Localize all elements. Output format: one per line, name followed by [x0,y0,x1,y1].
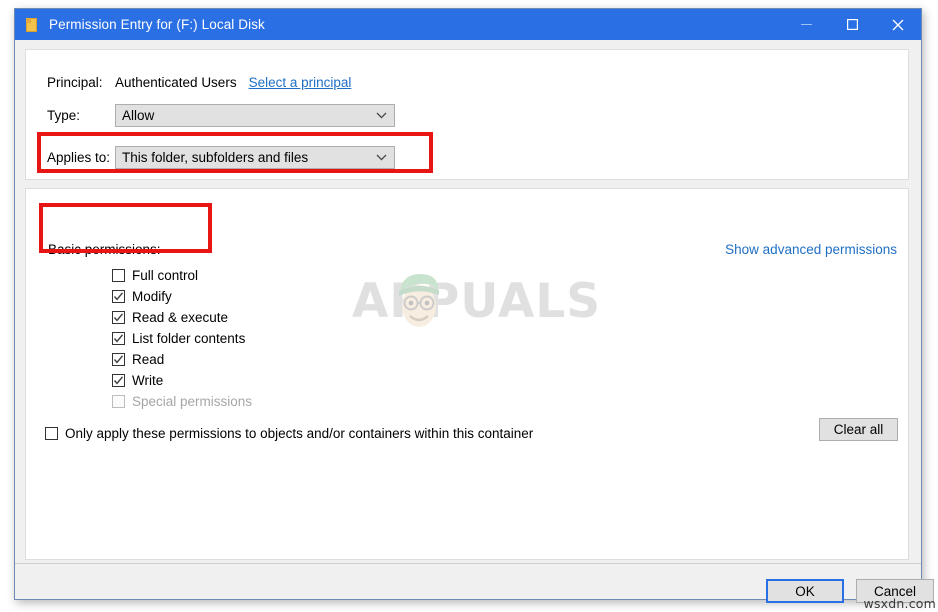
permission-label: Write [132,372,164,388]
dialog-body: Principal: Authenticated Users Select a … [15,40,934,603]
permission-row-special-permissions: Special permissions [112,392,252,410]
permission-label: Read [132,351,165,367]
cancel-button[interactable]: Cancel [856,579,934,603]
checkbox-only-apply-container[interactable] [45,426,58,440]
folder-icon [24,17,40,33]
footer-divider [15,563,921,564]
close-icon[interactable] [875,9,921,40]
chevron-down-icon [376,147,387,168]
minimize-icon[interactable] [783,9,829,40]
checkbox-full-control[interactable] [112,268,125,282]
basic-permissions-label: Basic permissions: [48,242,161,257]
show-advanced-permissions-link[interactable]: Show advanced permissions [725,242,897,257]
principal-row: Principal: Authenticated Users Select a … [47,71,351,93]
permission-label: Read & execute [132,309,229,325]
principal-label: Principal: [47,74,103,90]
caption-button-group [783,9,921,40]
checkbox-write[interactable] [112,373,125,387]
applies-to-label: Applies to: [47,149,111,165]
title-bar: Permission Entry for (F:) Local Disk [15,9,921,40]
chevron-down-icon [376,105,387,126]
permission-row-full-control[interactable]: Full control [112,266,198,284]
permission-entry-dialog: Permission Entry for (F:) Local Disk Pri… [14,8,934,603]
type-dropdown[interactable]: Allow [115,103,395,127]
only-apply-row[interactable]: Only apply these permissions to objects … [45,424,533,442]
applies-to-dropdown-value: This folder, subfolders and files [122,149,309,165]
permission-row-list-folder-contents[interactable]: List folder contents [112,329,245,347]
applies-to-dropdown[interactable]: This folder, subfolders and files [115,145,395,169]
permission-row-read-execute[interactable]: Read & execute [112,308,228,326]
checkbox-special-permissions [112,394,125,408]
checkbox-list-folder-contents[interactable] [112,331,125,345]
ok-button[interactable]: OK [766,579,844,603]
principal-panel: Principal: Authenticated Users Select a … [25,49,909,180]
checkbox-read-execute[interactable] [112,310,125,324]
type-label: Type: [47,107,81,123]
permissions-panel: Basic permissions: Show advanced permiss… [25,188,909,560]
checkbox-read[interactable] [112,352,125,366]
type-row: Type: Allow [47,103,395,127]
window-title: Permission Entry for (F:) Local Disk [49,17,265,32]
principal-value: Authenticated Users [115,74,237,90]
permission-label: Full control [132,267,199,283]
permission-row-modify[interactable]: Modify [112,287,172,305]
type-dropdown-value: Allow [122,107,155,123]
select-a-principal-link[interactable]: Select a principal [249,75,352,90]
permission-label: List folder contents [132,330,246,346]
permission-label: Modify [132,288,172,304]
applies-to-row: Applies to: This folder, subfolders and … [47,145,395,169]
clear-all-button[interactable]: Clear all [819,418,898,441]
permission-row-write[interactable]: Write [112,371,163,389]
maximize-icon[interactable] [829,9,875,40]
only-apply-label: Only apply these permissions to objects … [65,425,534,441]
permission-row-read[interactable]: Read [112,350,164,368]
checkbox-modify[interactable] [112,289,125,303]
permission-label: Special permissions [132,393,253,409]
